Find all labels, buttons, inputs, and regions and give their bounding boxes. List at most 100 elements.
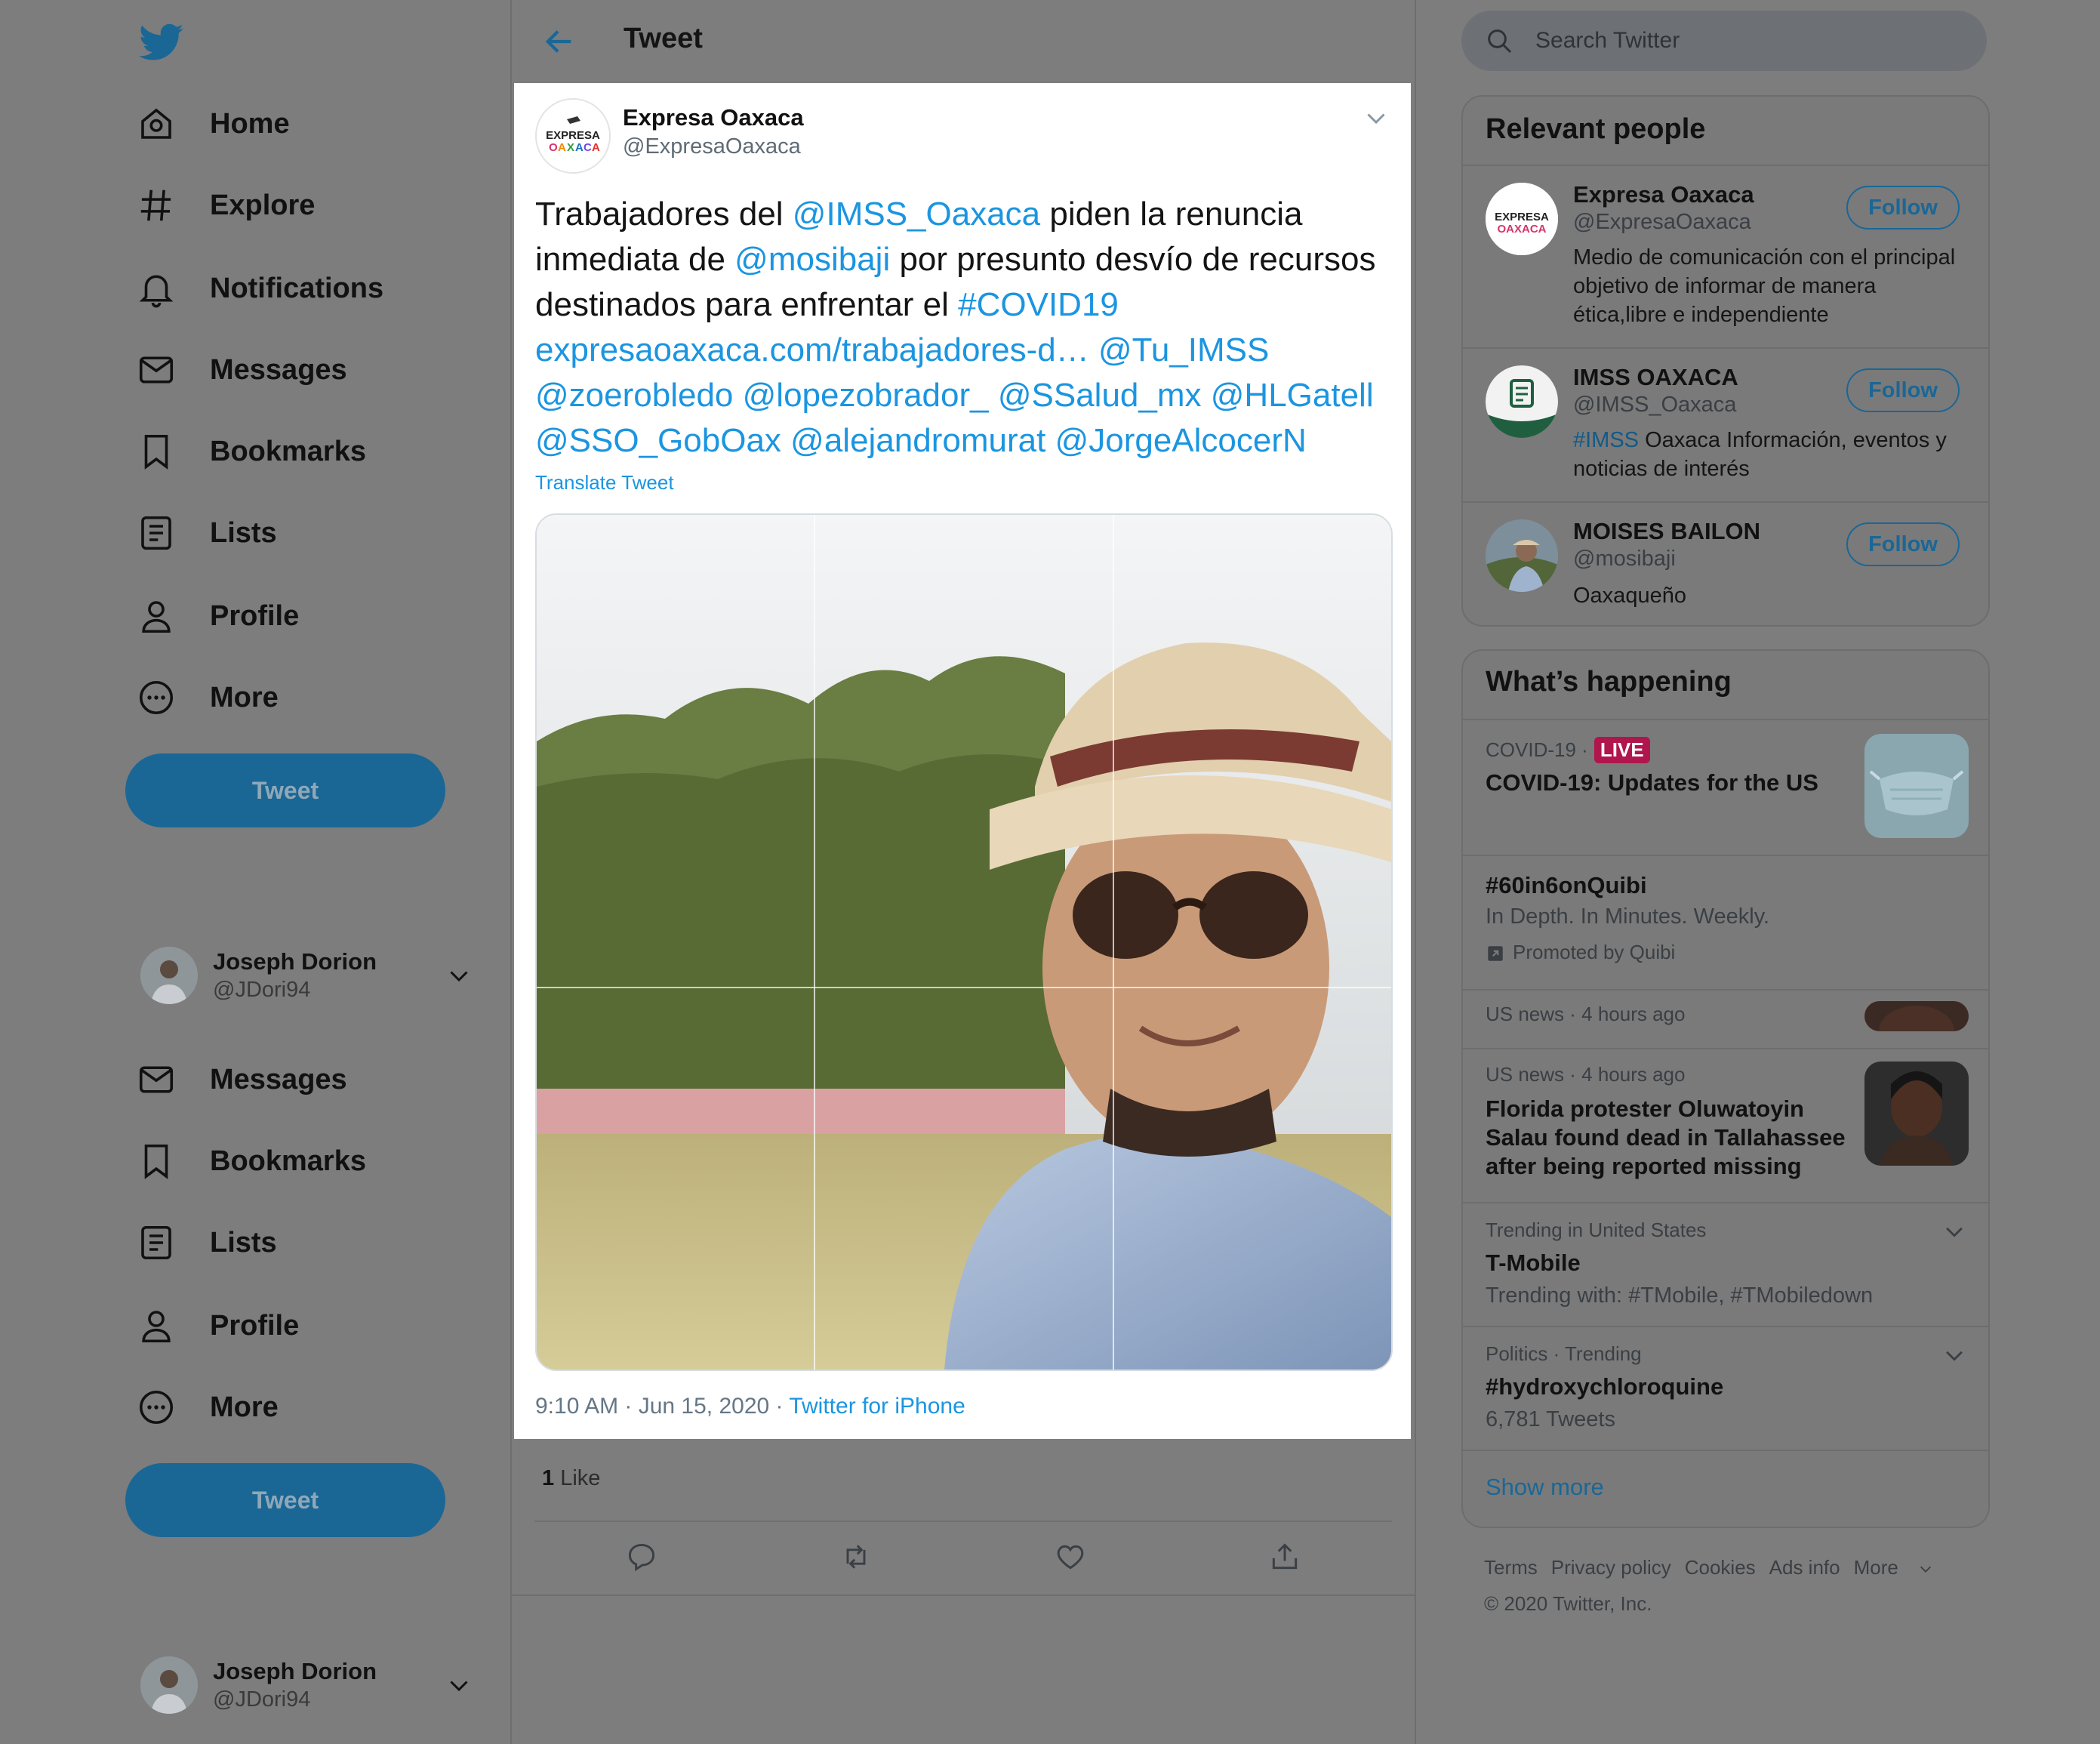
svg-text:X: X xyxy=(567,141,574,154)
search-icon xyxy=(1484,26,1514,56)
person-name[interactable]: MOISES BAILON xyxy=(1573,518,1760,545)
chevron-down-icon xyxy=(1917,1561,1934,1577)
left-navigation: Home Explore Notifications Messages Book… xyxy=(0,0,510,1744)
tweet-photo[interactable] xyxy=(535,513,1393,1371)
retweet-icon[interactable] xyxy=(839,1540,873,1573)
chevron-down-icon[interactable] xyxy=(1941,1219,1967,1244)
svg-text:OAXACA: OAXACA xyxy=(1497,223,1546,236)
footer-more[interactable]: More xyxy=(1854,1556,1948,1579)
account-name: Joseph Dorion xyxy=(213,1658,377,1684)
nav-more[interactable]: More xyxy=(136,1377,279,1437)
trend-title[interactable]: #hydroxychloroquine xyxy=(1486,1373,1723,1401)
person-icon xyxy=(136,1305,177,1346)
divider xyxy=(1463,165,1988,166)
nav-bookmarks[interactable]: Bookmarks xyxy=(136,1131,366,1191)
svg-text:A: A xyxy=(558,141,566,154)
mention-link[interactable]: @mosibaji xyxy=(734,241,890,278)
show-more-link[interactable]: Show more xyxy=(1486,1474,1604,1501)
author-handle[interactable]: @ExpresaOaxaca xyxy=(623,134,801,159)
chevron-down-icon[interactable] xyxy=(1363,104,1390,131)
tweet-compose-button[interactable]: Tweet xyxy=(125,1463,445,1537)
reply-icon[interactable] xyxy=(625,1540,658,1573)
url-link[interactable]: expresaoaxaca.com/trabajadores-d… xyxy=(535,331,1089,368)
follow-button[interactable]: Follow xyxy=(1846,186,1960,230)
follow-button[interactable]: Follow xyxy=(1846,522,1960,566)
footer-link[interactable]: Cookies xyxy=(1685,1556,1756,1579)
chevron-down-icon xyxy=(445,1672,473,1699)
mention-link[interactable]: @IMSS_Oaxaca xyxy=(793,196,1040,233)
hashtag-link[interactable]: #IMSS xyxy=(1573,428,1639,452)
person-icon xyxy=(136,596,177,636)
footer-link[interactable]: Terms xyxy=(1484,1556,1538,1579)
more-circle-icon xyxy=(136,1387,177,1428)
tweet-compose-button[interactable]: Tweet xyxy=(125,753,445,827)
nav-profile[interactable]: Profile xyxy=(136,1296,299,1356)
mention-link[interactable]: @Tu_IMSS xyxy=(1098,331,1269,368)
share-icon[interactable] xyxy=(1268,1540,1301,1573)
person-handle[interactable]: @ExpresaOaxaca xyxy=(1573,210,1751,235)
nav-messages[interactable]: Messages xyxy=(136,340,347,400)
mention-link[interactable]: @lopezobrador_ xyxy=(743,377,989,414)
trend-thumbnail[interactable] xyxy=(1864,734,1969,838)
translate-tweet-link[interactable]: Translate Tweet xyxy=(535,471,674,495)
column-header: Tweet xyxy=(512,0,1415,82)
search-input[interactable] xyxy=(1534,27,1960,54)
trend-title[interactable]: COVID-19: Updates for the US xyxy=(1486,769,1818,797)
trend-title[interactable]: T-Mobile xyxy=(1486,1249,1581,1277)
like-heart-icon[interactable] xyxy=(1054,1540,1087,1573)
nav-more[interactable]: More xyxy=(136,667,279,728)
mention-link[interactable]: @alejandromurat xyxy=(790,422,1045,459)
hashtag-link[interactable]: #COVID19 xyxy=(958,286,1119,323)
account-handle: @JDori94 xyxy=(213,1687,311,1712)
trend-title[interactable]: #60in6onQuibi xyxy=(1486,871,1647,900)
divider xyxy=(1463,855,1988,856)
back-arrow-icon[interactable] xyxy=(542,24,577,59)
divider xyxy=(534,1521,1392,1522)
person-name[interactable]: IMSS OAXACA xyxy=(1573,364,1738,391)
person-name[interactable]: Expresa Oaxaca xyxy=(1573,181,1754,208)
author-avatar[interactable]: EXPRESA O A X A C A xyxy=(535,98,611,174)
trend-title[interactable]: Florida protester Oluwatoyin Salau found… xyxy=(1486,1095,1848,1181)
twitter-logo-icon[interactable] xyxy=(139,20,184,65)
nav-notifications[interactable]: Notifications xyxy=(136,258,383,319)
footer-link[interactable]: Privacy policy xyxy=(1551,1556,1671,1579)
panel-title: Relevant people xyxy=(1486,113,1706,145)
mention-link[interactable]: @SSalud_mx xyxy=(998,377,1202,414)
promoted-label: Promoted by Quibi xyxy=(1486,941,1675,964)
account-switcher[interactable]: Joseph Dorion @JDori94 xyxy=(140,944,473,1007)
nav-messages[interactable]: Messages xyxy=(136,1049,347,1110)
person-handle[interactable]: @IMSS_Oaxaca xyxy=(1573,393,1736,418)
tweet-source-link[interactable]: Twitter for iPhone xyxy=(789,1394,965,1419)
person-bio: Oaxaqueño xyxy=(1573,584,1686,608)
bell-icon xyxy=(136,268,177,309)
mention-link[interactable]: @JorgeAlcocerN xyxy=(1055,422,1307,459)
footer-link[interactable]: Ads info xyxy=(1769,1556,1840,1579)
trend-context: COVID-19 · LIVE xyxy=(1486,737,1650,763)
mention-link[interactable]: @HLGatell xyxy=(1211,377,1374,414)
tweet-metadata: 9:10 AM · Jun 15, 2020 · Twitter for iPh… xyxy=(535,1394,965,1419)
author-name[interactable]: Expresa Oaxaca xyxy=(623,104,804,131)
account-switcher[interactable]: Joseph Dorion @JDori94 xyxy=(140,1653,473,1717)
person-handle[interactable]: @mosibaji xyxy=(1573,547,1676,572)
mention-link[interactable]: @zoerobledo xyxy=(535,377,733,414)
likes-count[interactable]: 1 Like xyxy=(542,1466,600,1491)
search-box[interactable] xyxy=(1461,11,1987,71)
tweet-timestamp[interactable]: 9:10 AM · Jun 15, 2020 xyxy=(535,1394,769,1419)
nav-bookmarks[interactable]: Bookmarks xyxy=(136,421,366,482)
mention-link[interactable]: @SSO_GobOax xyxy=(535,422,781,459)
follow-button[interactable]: Follow xyxy=(1846,368,1960,412)
trend-thumbnail[interactable] xyxy=(1864,1061,1969,1166)
divider xyxy=(512,1595,1415,1596)
nav-lists[interactable]: Lists xyxy=(136,503,277,563)
nav-explore[interactable]: Explore xyxy=(136,175,315,236)
chevron-down-icon[interactable] xyxy=(1941,1342,1967,1368)
person-avatar[interactable] xyxy=(1486,365,1558,438)
nav-home[interactable]: Home xyxy=(136,94,290,154)
trend-thumbnail[interactable] xyxy=(1864,1001,1969,1031)
nav-lists[interactable]: Lists xyxy=(136,1212,277,1273)
person-avatar[interactable]: EXPRESA OAXACA xyxy=(1486,183,1558,255)
more-circle-icon xyxy=(136,677,177,718)
person-avatar[interactable] xyxy=(1486,519,1558,592)
divider xyxy=(1463,1048,1988,1049)
nav-profile[interactable]: Profile xyxy=(136,586,299,646)
